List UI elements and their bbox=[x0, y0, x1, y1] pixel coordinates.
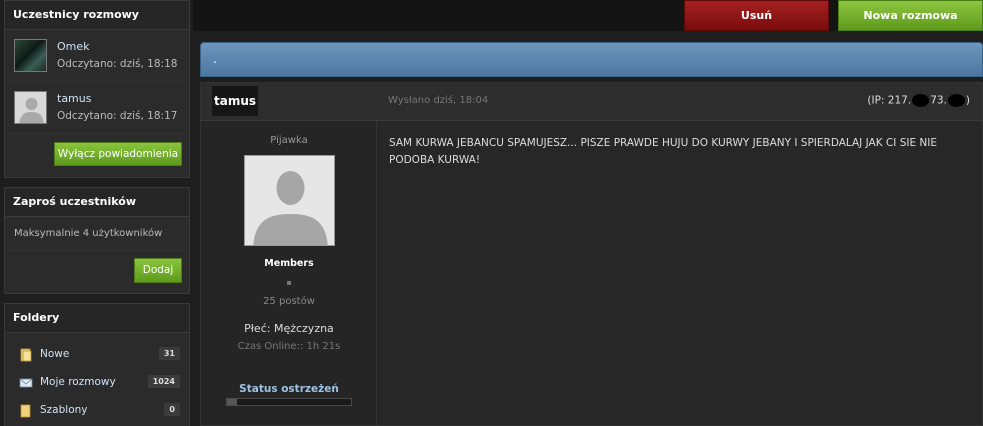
folder-icon bbox=[20, 404, 31, 418]
redaction-mark bbox=[912, 94, 930, 107]
participant-row: Omek Odczytano: dziś, 18:18 bbox=[5, 30, 189, 82]
notifications-row: Wyłącz powiadomienia bbox=[5, 134, 189, 172]
folder-icon bbox=[20, 348, 32, 362]
post-header: tamus Wysłano dziś, 18:04 (IP: 217. 73.) bbox=[201, 83, 982, 121]
post-date: Wysłano dziś, 18:04 bbox=[388, 95, 489, 106]
participant-name[interactable]: tamus bbox=[57, 92, 91, 105]
redaction-mark bbox=[947, 94, 965, 107]
author-group: Members bbox=[264, 258, 314, 269]
folders-title: Foldery bbox=[5, 304, 189, 333]
topic-title: . bbox=[200, 42, 983, 77]
invite-hint: Maksymalnie 4 użytkowników bbox=[5, 217, 189, 251]
participant-read-status: Odczytano: dziś, 18:17 bbox=[57, 110, 178, 122]
folders-box: Foldery Nowe 31 Moje rozmowy 1024 Szablo… bbox=[4, 303, 190, 426]
folder-count: 0 bbox=[164, 403, 180, 416]
ip-suffix: ) bbox=[965, 94, 970, 107]
participant-name[interactable]: Omek bbox=[57, 40, 90, 53]
folder-count: 1024 bbox=[147, 375, 180, 388]
folder-label: Nowe bbox=[40, 348, 70, 360]
invite-title: Zaproś uczestników bbox=[5, 188, 189, 217]
folder-label: Szablony bbox=[40, 404, 88, 416]
participant-row: tamus Odczytano: dziś, 18:17 bbox=[5, 82, 189, 134]
rank-pip bbox=[287, 281, 291, 285]
disable-notifications-button[interactable]: Wyłącz powiadomienia bbox=[54, 142, 182, 166]
ip-prefix: (IP: 217. bbox=[867, 94, 912, 107]
ip-middle: 73. bbox=[930, 94, 947, 107]
participants-box: Uczestnicy rozmowy Omek Odczytano: dziś,… bbox=[4, 0, 190, 178]
sidebar: Uczestnicy rozmowy Omek Odczytano: dziś,… bbox=[4, 0, 190, 426]
user-silhouette-icon bbox=[253, 171, 328, 245]
folder-item-templates[interactable]: Szablony 0 bbox=[5, 397, 189, 425]
author-info: Pijawka Members 25 postów Płeć: Mężczyzn… bbox=[201, 121, 377, 425]
folder-label: Moje rozmowy bbox=[40, 376, 116, 388]
user-silhouette-icon bbox=[19, 98, 44, 123]
author-title: Pijawka bbox=[270, 135, 308, 146]
invite-row: Dodaj bbox=[5, 251, 189, 289]
warning-status-bar bbox=[226, 398, 352, 406]
folder-count: 31 bbox=[158, 347, 180, 360]
warning-status-title: Status ostrzeżeń bbox=[239, 383, 339, 395]
envelope-icon bbox=[19, 378, 33, 388]
post-ip: (IP: 217. 73.) bbox=[867, 94, 970, 107]
avatar[interactable] bbox=[14, 39, 47, 72]
author-photo[interactable] bbox=[244, 155, 335, 246]
add-participant-button[interactable]: Dodaj bbox=[134, 258, 182, 283]
post-body: SAM KURWA JEBANCU SPAMUJESZ... PISZE PRA… bbox=[389, 137, 938, 166]
folder-item-my-conversations[interactable]: Moje rozmowy 1024 bbox=[5, 369, 189, 397]
participant-read-status: Odczytano: dziś, 18:18 bbox=[57, 58, 178, 70]
invite-box: Zaproś uczestników Maksymalnie 4 użytkow… bbox=[4, 187, 190, 294]
author-gender: Płeć: Mężczyzna bbox=[244, 322, 334, 335]
participants-title: Uczestnicy rozmowy bbox=[5, 1, 189, 30]
folder-item-new[interactable]: Nowe 31 bbox=[5, 341, 189, 369]
author-online-time: Czas Online:: 1h 21s bbox=[237, 341, 341, 352]
new-conversation-button[interactable]: Nowa rozmowa bbox=[838, 0, 983, 31]
author-post-count: 25 postów bbox=[263, 296, 315, 307]
warning-status-fill bbox=[227, 399, 237, 405]
delete-button[interactable]: Usuń bbox=[684, 0, 829, 31]
post-author[interactable]: tamus bbox=[212, 86, 259, 116]
post: tamus Wysłano dziś, 18:04 (IP: 217. 73.) … bbox=[200, 82, 983, 426]
avatar[interactable] bbox=[14, 91, 47, 124]
